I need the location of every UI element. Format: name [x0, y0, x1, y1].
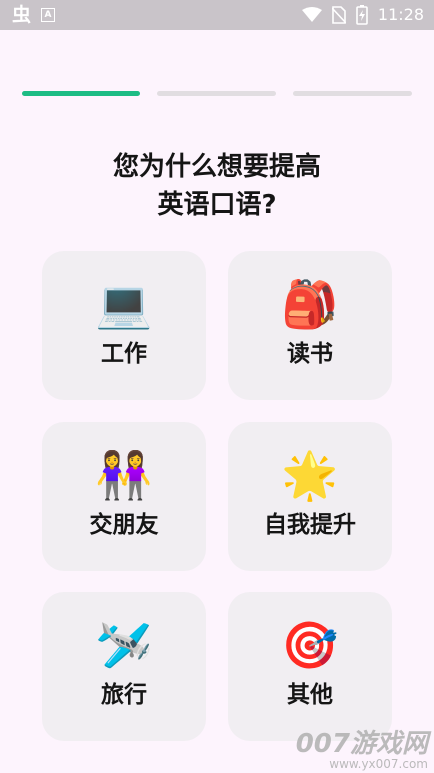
status-left-icons: 虫 A [12, 4, 56, 26]
two-friends-icon: 👭 [95, 448, 153, 502]
watermark-url: www.yx007.com [329, 757, 428, 771]
option-label: 交朋友 [89, 512, 159, 538]
question-title: 您为什么想要提高 英语口语? [0, 148, 434, 224]
option-label: 其他 [287, 682, 333, 708]
option-card-self-improvement[interactable]: 🌟 自我提升 [228, 422, 392, 571]
backpack-icon: 🎒 [281, 277, 339, 331]
wifi-icon [301, 7, 322, 22]
status-time: 11:28 [377, 5, 424, 24]
battery-charging-icon [356, 5, 368, 25]
airplane-icon: 🛩️ [95, 618, 153, 672]
progress-segment-3 [293, 91, 412, 96]
status-bar: 虫 A 11:28 [0, 0, 434, 30]
option-card-friends[interactable]: 👭 交朋友 [42, 422, 206, 571]
option-label: 自我提升 [264, 512, 356, 538]
status-right-icons: 11:28 [301, 5, 424, 25]
progress-segment-1 [22, 91, 140, 96]
glowing-star-icon: 🌟 [281, 448, 339, 502]
option-label: 旅行 [101, 682, 147, 708]
a-notification-icon: A [41, 8, 56, 22]
progress-segment-2 [157, 91, 276, 96]
option-card-other[interactable]: 🎯 其他 [228, 592, 392, 741]
app-notification-icon: 虫 [12, 4, 32, 26]
progress-indicator [22, 91, 412, 96]
watermark-title: 007游戏网 [295, 729, 428, 759]
target-dart-icon: 🎯 [281, 618, 339, 672]
option-label: 读书 [287, 341, 333, 367]
site-watermark: 007游戏网 www.yx007.com [296, 730, 428, 771]
laptop-icon: 💻 [95, 277, 153, 331]
option-card-study[interactable]: 🎒 读书 [228, 251, 392, 400]
no-sim-icon [331, 6, 346, 24]
option-card-work[interactable]: 💻 工作 [42, 251, 206, 400]
question-line-1: 您为什么想要提高 [112, 152, 321, 182]
option-label: 工作 [101, 341, 147, 367]
option-card-travel[interactable]: 🛩️ 旅行 [42, 592, 206, 741]
question-line-2: 英语口语? [157, 190, 277, 220]
